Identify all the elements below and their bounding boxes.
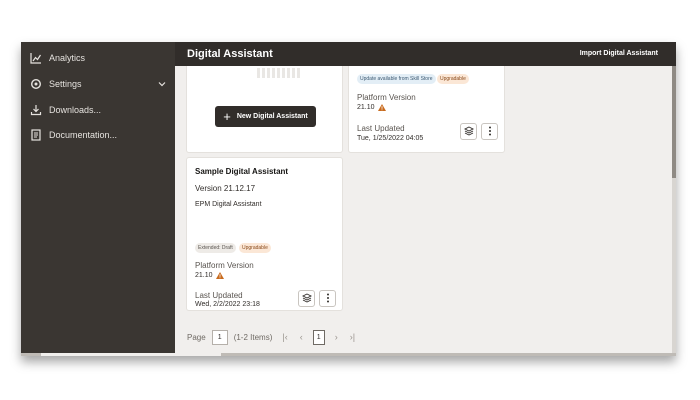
- layers-button[interactable]: [298, 290, 315, 307]
- more-options-button[interactable]: [481, 123, 498, 140]
- sidebar-item-label: Analytics: [49, 53, 86, 63]
- sidebar-item-settings[interactable]: Settings: [21, 73, 175, 95]
- layers-button[interactable]: [460, 123, 477, 140]
- document-icon: [30, 129, 42, 141]
- header-bar: Digital Assistant Import Digital Assista…: [175, 42, 676, 66]
- plus-icon: +: [223, 108, 231, 124]
- items-count: (1-2 Items): [233, 332, 273, 342]
- page-label: Page: [187, 332, 206, 342]
- last-page-icon[interactable]: ›|: [350, 332, 355, 342]
- chevron-down-icon[interactable]: [157, 79, 167, 89]
- current-page-button[interactable]: 1: [312, 329, 325, 345]
- kebab-menu-icon: [488, 123, 492, 141]
- extended-draft-badge: Extended: Draft: [195, 243, 236, 253]
- upgradable-badge: Upgradable: [239, 243, 271, 253]
- last-updated-value: Wed, 2/2/2022 23:18: [195, 301, 260, 308]
- assistant-version: Version 21.12.17: [195, 184, 256, 193]
- sidebar-item-documentation[interactable]: Documentation...: [21, 124, 175, 146]
- import-digital-assistant-button[interactable]: Import Digital Assistant: [580, 50, 658, 57]
- platform-version-label: Platform Version: [357, 93, 416, 102]
- upgradable-badge: Upgradable: [437, 74, 469, 84]
- platform-version-label: Platform Version: [195, 261, 254, 270]
- layers-icon: [463, 123, 474, 141]
- assistant-name: Sample Digital Assistant: [195, 167, 289, 176]
- platform-version-value: 21.10: [195, 272, 224, 279]
- sidebar: Analytics Settings Downloads... Document…: [21, 42, 175, 356]
- analytics-icon: [30, 52, 42, 64]
- kebab-menu-icon: [326, 290, 330, 308]
- update-available-badge: Update available from Skill Store: [357, 74, 436, 84]
- sidebar-item-label: Settings: [49, 79, 82, 89]
- app-window: Analytics Settings Downloads... Document…: [21, 42, 676, 356]
- last-updated-label: Last Updated: [195, 291, 243, 300]
- pagination: Page 1 (1-2 Items) |‹ ‹ 1 › ›|: [187, 328, 361, 346]
- page-title: Digital Assistant: [187, 48, 273, 60]
- page-input[interactable]: 1: [211, 329, 228, 345]
- sidebar-item-label: Documentation...: [49, 130, 118, 140]
- sidebar-item-label: Downloads...: [49, 105, 102, 115]
- more-options-button[interactable]: [319, 290, 336, 307]
- sample-assistant-card[interactable]: Sample Digital Assistant Version 21.12.1…: [187, 158, 342, 310]
- platform-version-text: 21.10: [357, 104, 375, 111]
- warning-icon: [377, 104, 386, 111]
- new-digital-assistant-label: New Digital Assistant: [236, 113, 308, 120]
- first-page-icon[interactable]: |‹: [282, 332, 287, 342]
- sidebar-item-downloads[interactable]: Downloads...: [21, 99, 175, 121]
- next-page-icon[interactable]: ›: [335, 332, 338, 342]
- platform-version-value: 21.10: [357, 104, 386, 111]
- sidebar-item-analytics[interactable]: Analytics: [21, 47, 175, 69]
- assistant-card[interactable]: Update available from Skill Store Upgrad…: [349, 66, 504, 152]
- new-digital-assistant-button[interactable]: + New Digital Assistant: [215, 106, 316, 127]
- card-image: [257, 68, 301, 78]
- last-updated-value: Tue, 1/25/2022 04:05: [357, 135, 424, 142]
- layers-icon: [301, 290, 312, 308]
- platform-version-text: 21.10: [195, 272, 213, 279]
- vertical-scrollbar-thumb[interactable]: [672, 66, 676, 178]
- main-content: + New Digital Assistant Update available…: [175, 66, 676, 356]
- horizontal-scrollbar-thumb[interactable]: [41, 353, 221, 356]
- warning-icon: [215, 272, 224, 279]
- assistant-description: EPM Digital Assistant: [195, 201, 262, 208]
- new-assistant-card: + New Digital Assistant: [187, 66, 342, 152]
- last-updated-label: Last Updated: [357, 124, 405, 133]
- previous-page-icon[interactable]: ‹: [300, 332, 303, 342]
- download-icon: [30, 104, 42, 116]
- gear-icon: [30, 78, 42, 90]
